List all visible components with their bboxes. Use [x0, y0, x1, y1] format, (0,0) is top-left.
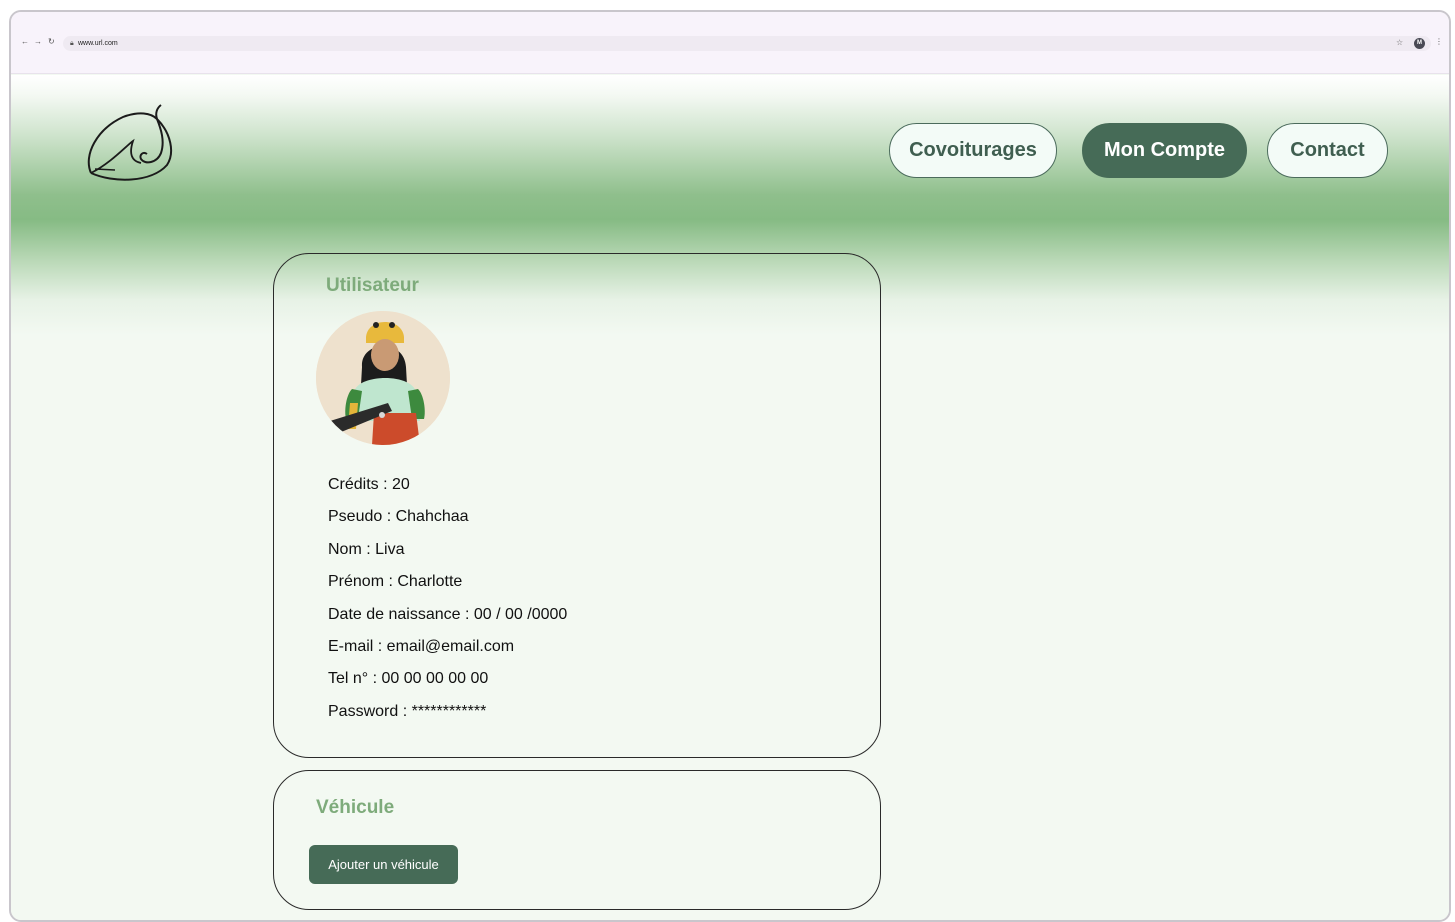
nav-contact-button[interactable]: Contact — [1267, 123, 1388, 178]
user-field-prenom: Prénom : Charlotte — [328, 573, 463, 591]
profile-avatar[interactable]: M — [1414, 38, 1425, 49]
forward-arrow-icon[interactable]: → — [34, 37, 42, 47]
user-avatar[interactable] — [316, 311, 450, 445]
user-field-phone: Tel n° : 00 00 00 00 00 — [328, 670, 489, 688]
page-content: Covoiturages Mon Compte Contact Utilisat… — [11, 75, 1449, 920]
vehicle-card: Véhicule Ajouter un véhicule — [273, 770, 881, 910]
user-field-email: E-mail : email@email.com — [328, 637, 515, 655]
user-field-pseudo: Pseudo : Chahchaa — [328, 508, 469, 526]
nav-mon-compte-button[interactable]: Mon Compte — [1082, 123, 1247, 178]
user-card-title: Utilisateur — [326, 275, 419, 296]
user-field-credits: Crédits : 20 — [328, 476, 410, 493]
user-card: Utilisateur Crédits: 20 Pseudo: Chahch… — [273, 253, 881, 758]
browser-window: ← → ↻ 🔒︎ www.url.com ☆ M ⋮ Covoiturages … — [9, 10, 1451, 922]
vehicle-card-title: Véhicule — [316, 797, 395, 818]
nav-covoiturages-button[interactable]: Covoiturages — [889, 123, 1057, 178]
add-vehicle-button[interactable]: Ajouter un véhicule — [309, 845, 458, 884]
skater-avatar-icon — [316, 311, 450, 445]
leaf-logo-icon[interactable] — [81, 103, 173, 185]
url-text: www.url.com — [78, 40, 118, 47]
browser-toolbar: ← → ↻ 🔒︎ www.url.com ☆ M ⋮ — [11, 12, 1449, 74]
user-field-nom: Nom : Liva — [328, 540, 405, 558]
lock-icon: 🔒︎ — [70, 40, 74, 47]
user-info-list: Crédits : 20 Pseudo : Chahchaa Nom : Liv… — [328, 475, 567, 734]
address-bar[interactable]: 🔒︎ www.url.com — [63, 36, 1431, 51]
bookmark-star-icon[interactable]: ☆ — [1396, 38, 1403, 48]
back-arrow-icon[interactable]: ← — [21, 37, 29, 47]
menu-kebab-icon[interactable]: ⋮ — [1435, 37, 1443, 47]
reload-icon[interactable]: ↻ — [48, 37, 55, 47]
user-field-password: Password : ************ — [328, 702, 487, 720]
user-field-birthdate: Date de naissance : 00 / 00 /0000 — [328, 605, 568, 623]
